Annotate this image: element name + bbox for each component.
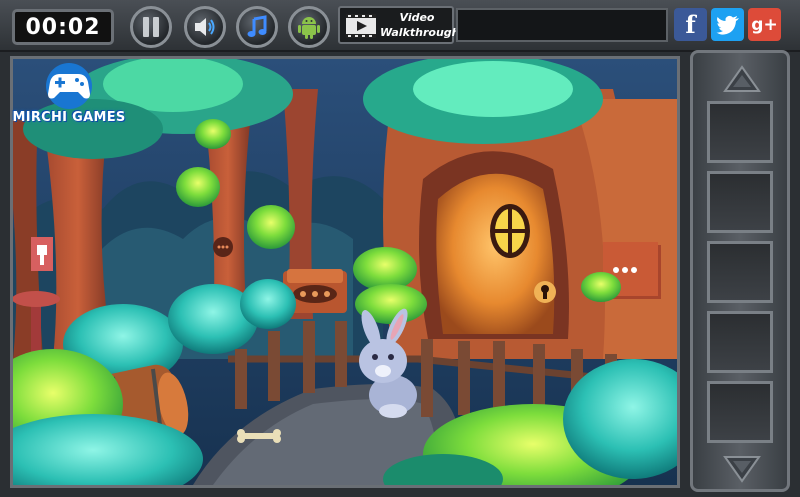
facebook-icon: f	[685, 10, 696, 39]
sound-button[interactable]	[184, 6, 226, 48]
gamepad-icon	[46, 63, 92, 109]
google-plus-icon: g+	[751, 14, 778, 35]
message-panel	[456, 8, 668, 42]
inventory-panel	[690, 50, 790, 492]
android-button[interactable]	[288, 6, 330, 48]
inventory-down-arrow-icon[interactable]	[723, 453, 761, 483]
inventory-slot[interactable]	[707, 171, 773, 233]
inventory-slot[interactable]	[707, 241, 773, 303]
inventory-slot[interactable]	[707, 381, 773, 443]
twitter-button[interactable]	[711, 8, 744, 41]
inventory-slot[interactable]	[707, 101, 773, 163]
music-button[interactable]	[236, 6, 278, 48]
twitter-bird-icon	[716, 15, 739, 35]
google-plus-button[interactable]: g+	[748, 8, 781, 41]
mirchi-games-logo: MIRCHI GAMES	[10, 62, 128, 132]
logo-text: MIRCHI GAMES	[12, 110, 126, 125]
video-walkthrough-button[interactable]: Video Walkthrough	[338, 6, 460, 44]
pause-button[interactable]	[130, 6, 172, 48]
facebook-button[interactable]: f	[674, 8, 707, 41]
inventory-up-arrow-icon[interactable]	[723, 65, 761, 95]
game-timer: 00:02	[12, 9, 114, 45]
inventory-slot[interactable]	[707, 311, 773, 373]
speaker-icon	[195, 18, 215, 36]
pause-icon	[143, 17, 159, 37]
walkthrough-label: Video Walkthrough	[380, 11, 460, 39]
music-note-icon	[247, 15, 267, 37]
film-icon	[346, 14, 376, 38]
top-toolbar: 00:02 Video Walkthrough f g+	[0, 0, 800, 52]
android-icon	[298, 17, 320, 39]
